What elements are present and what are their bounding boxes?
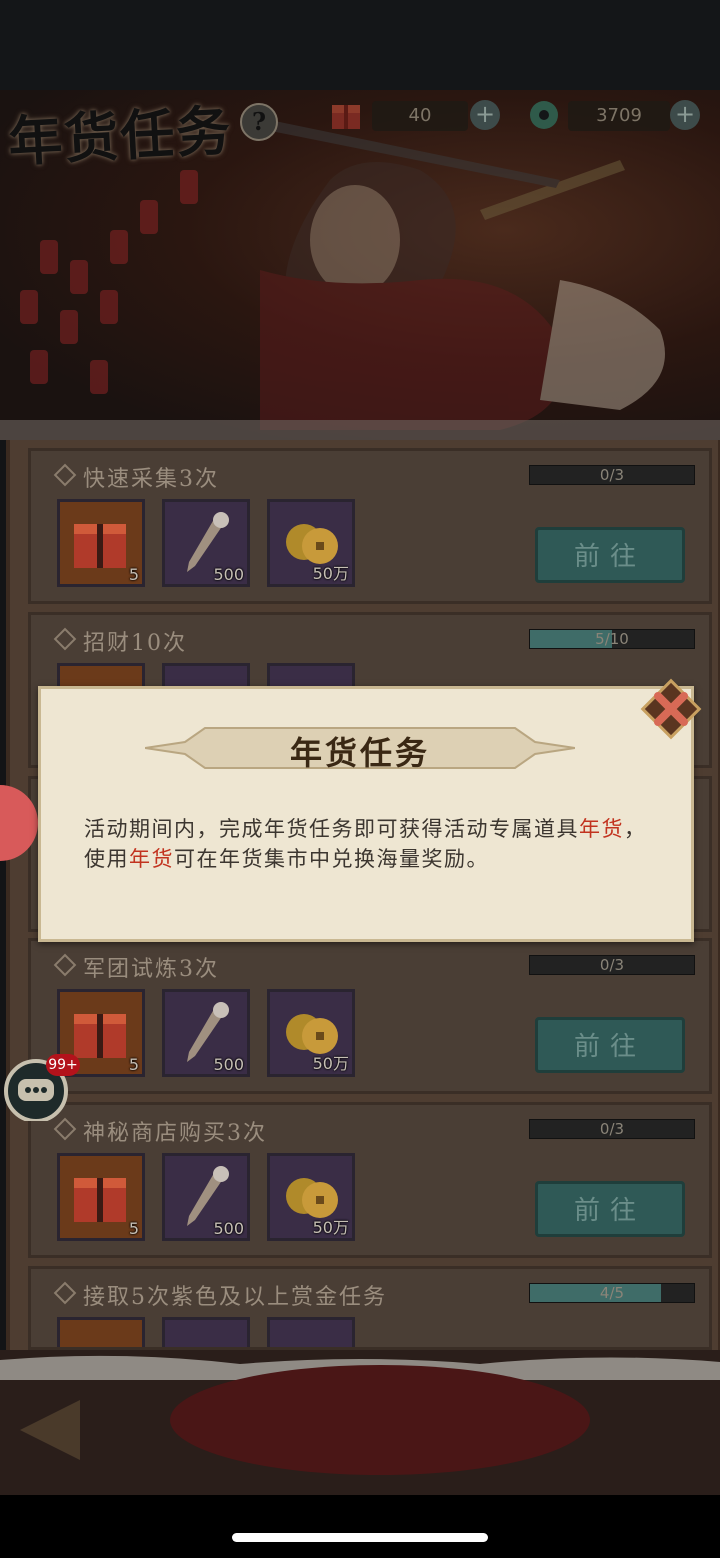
currency-nianhuo-value: 40 [372,101,468,131]
add-jade-button[interactable]: + [670,100,700,130]
reward-item[interactable] [57,1317,145,1347]
dialog-body: 活动期间内，完成年货任务即可获得活动专属道具年货，使用年货可在年货集市中兑换海量… [84,817,647,871]
close-icon[interactable] [638,676,704,742]
progress-text: 0/3 [599,956,625,974]
reward-qty: 500 [213,1055,244,1074]
jade-icon [530,101,558,129]
status-area [0,0,720,90]
reward-item[interactable]: 500 [162,499,250,587]
task-card: 快速采集3次 0/3 5 500 50万 前往 [28,448,712,604]
progress-text: 4/5 [599,1284,625,1302]
chat-unread-badge: 99+ [46,1054,80,1076]
progress-text: 0/3 [599,466,625,484]
game-screen: 年货任务 ? 40 + 3709 + 快速采集3次 0/3 5 500 50万 … [0,0,720,1558]
reward-qty: 5 [128,565,139,584]
reward-qty: 5 [128,1055,139,1074]
currency-jade-value: 3709 [568,101,670,131]
home-indicator[interactable] [232,1533,488,1542]
reward-qty: 50万 [312,1218,349,1237]
progress-text: 5/10 [595,630,629,648]
reward-qty: 50万 [312,1054,349,1073]
task-progress-bar: 4/5 [529,1283,695,1303]
task-title: 接取5次紫色及以上赏金任务 [83,1285,387,1310]
task-card: 军团试炼3次 0/3 5 500 50万 前往 [28,938,712,1094]
task-title: 招财10次 [83,631,187,656]
diamond-icon [53,1117,77,1141]
task-progress-bar: 5/10 [529,629,695,649]
task-card: 神秘商店购买3次 0/3 5 500 50万 前往 [28,1102,712,1258]
go-button[interactable]: 前往 [535,1181,685,1237]
diamond-icon [53,627,77,651]
progress-text: 0/3 [599,1120,625,1138]
diamond-icon [53,463,77,487]
task-title: 快速采集3次 [83,467,219,492]
add-nianhuo-button[interactable]: + [470,100,500,130]
reward-item[interactable]: 50万 [267,1153,355,1241]
task-progress-bar: 0/3 [529,955,695,975]
dialog-title: 年货任务 [289,734,430,772]
reward-item[interactable]: 500 [162,989,250,1077]
reward-item[interactable]: 50万 [267,499,355,587]
reward-item[interactable] [267,1317,355,1347]
task-progress-bar: 0/3 [529,1119,695,1139]
gift-box-icon [332,105,360,129]
reward-item[interactable]: 50万 [267,989,355,1077]
help-button[interactable]: ? [240,103,278,141]
snow-decoration [0,1355,720,1475]
diamond-icon [53,1281,77,1305]
reward-qty: 50万 [312,564,349,583]
reward-item[interactable] [162,1317,250,1347]
reward-item[interactable]: 5 [57,499,145,587]
go-button[interactable]: 前往 [535,1017,685,1073]
go-button[interactable]: 前往 [535,527,685,583]
question-icon: ? [251,107,267,136]
diamond-icon [53,953,77,977]
task-card: 接取5次紫色及以上赏金任务 4/5 [28,1266,712,1350]
task-title: 军团试炼3次 [83,957,219,982]
task-title: 神秘商店购买3次 [83,1121,267,1146]
reward-item[interactable]: 500 [162,1153,250,1241]
task-progress-bar: 0/3 [529,465,695,485]
bottom-decoration [0,1350,720,1495]
reward-item[interactable]: 5 [57,1153,145,1241]
reward-qty: 500 [213,1219,244,1238]
page-title: 年货任务 [6,98,234,174]
reward-qty: 500 [213,565,244,584]
home-indicator-area [0,1495,720,1558]
reward-qty: 5 [128,1219,139,1238]
